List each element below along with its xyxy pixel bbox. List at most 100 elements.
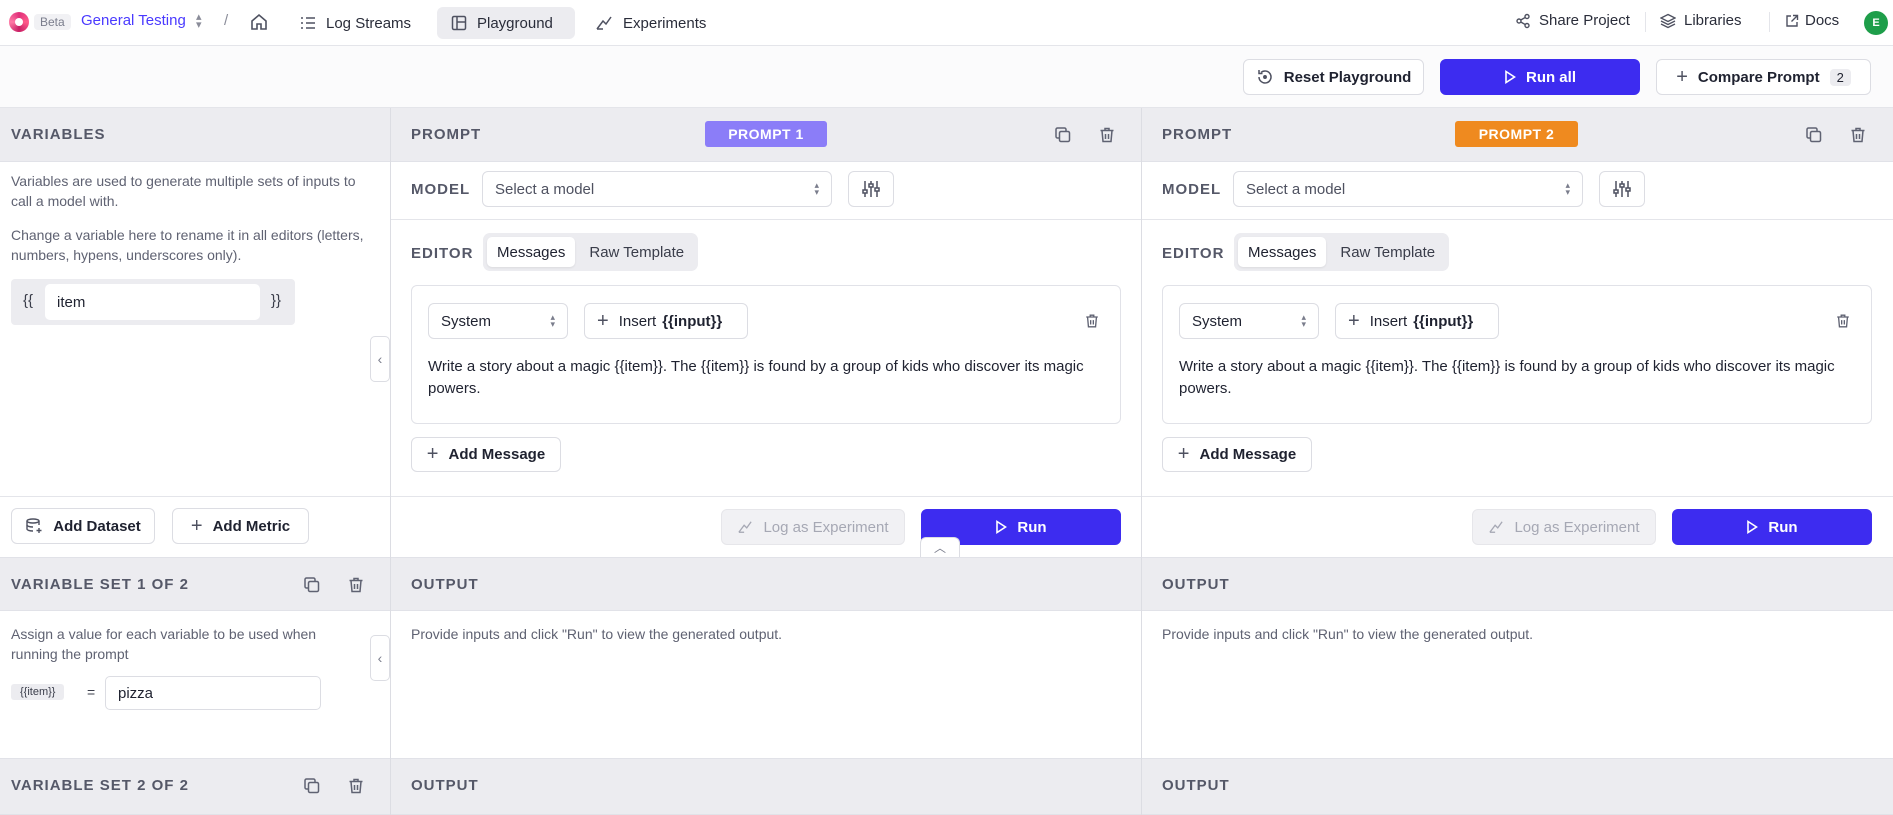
output-placeholder: Provide inputs and click "Run" to view t… xyxy=(1162,626,1534,642)
collapse-prompt-button[interactable]: ︿ xyxy=(920,537,960,557)
tab-messages[interactable]: Messages xyxy=(1238,237,1327,267)
flask-icon xyxy=(737,520,753,534)
close-brace: }} xyxy=(271,292,282,309)
output-2-header: OUTPUT xyxy=(1142,557,1893,611)
copy-icon[interactable] xyxy=(301,574,323,596)
tab-raw-template[interactable]: Raw Template xyxy=(1330,237,1445,267)
add-message-button[interactable]: + Add Message xyxy=(411,437,561,472)
role-select[interactable]: System ▴ ▾ xyxy=(428,303,568,339)
docs-link[interactable]: Docs xyxy=(1785,12,1839,29)
log-as-experiment-button[interactable]: Log as Experiment xyxy=(721,509,905,545)
chevron-left-icon: ‹ xyxy=(377,351,383,367)
divider xyxy=(391,496,1141,497)
chevron-left-icon: ‹ xyxy=(377,650,383,666)
project-selector[interactable]: General Testing xyxy=(81,12,186,29)
flask-icon xyxy=(1488,520,1504,534)
reset-playground-button[interactable]: Reset Playground xyxy=(1243,59,1424,95)
share-project-button[interactable]: Share Project xyxy=(1515,12,1630,29)
output-4-header: OUTPUT xyxy=(1142,758,1893,815)
variable-set-title: VARIABLE SET 1 OF 2 xyxy=(11,576,189,593)
sliders-icon xyxy=(1612,179,1632,199)
libraries-button[interactable]: Libraries xyxy=(1660,12,1742,29)
app-logo[interactable] xyxy=(9,12,29,32)
reset-label: Reset Playground xyxy=(1283,68,1412,86)
layout-icon xyxy=(451,15,467,31)
play-icon xyxy=(995,520,1008,534)
variables-rename-hint: Change a variable here to rename it in a… xyxy=(11,227,364,263)
flask-icon xyxy=(595,15,613,31)
nav-label: Experiments xyxy=(623,14,707,32)
insert-input-button[interactable]: + Insert {{input}} xyxy=(584,303,748,339)
run-all-button[interactable]: Run all xyxy=(1440,59,1640,95)
model-label: MODEL xyxy=(411,181,471,198)
model-label: MODEL xyxy=(1162,181,1222,198)
chevron-up-icon: ︿ xyxy=(933,541,946,555)
trash-icon[interactable] xyxy=(1096,124,1118,146)
divider xyxy=(1142,496,1893,497)
add-message-label: Add Message xyxy=(448,446,546,463)
divider xyxy=(1769,12,1770,32)
collapse-variable-set-button[interactable]: ‹ xyxy=(370,635,390,681)
plus-icon: + xyxy=(597,309,609,332)
add-metric-button[interactable]: + Add Metric xyxy=(172,508,309,544)
reset-icon xyxy=(1256,68,1274,86)
nav-log-streams[interactable]: Log Streams xyxy=(286,7,425,39)
model-select[interactable]: Select a model ▴ ▾ xyxy=(482,171,832,207)
tab-raw-template[interactable]: Raw Template xyxy=(579,237,694,267)
log-as-experiment-button[interactable]: Log as Experiment xyxy=(1472,509,1656,545)
insert-input-button[interactable]: + Insert {{input}} xyxy=(1335,303,1499,339)
message-text[interactable]: Write a story about a magic {{item}}. Th… xyxy=(428,356,1108,400)
chevron-updown-icon: ▴ ▾ xyxy=(814,180,819,197)
trash-icon[interactable] xyxy=(345,574,367,596)
tab-messages[interactable]: Messages xyxy=(487,237,576,267)
copy-icon[interactable] xyxy=(301,775,323,797)
collapse-variables-button[interactable]: ‹ xyxy=(370,336,390,382)
share-label: Share Project xyxy=(1539,12,1630,29)
nav-playground[interactable]: Playground xyxy=(437,7,575,39)
plus-icon: + xyxy=(426,443,439,465)
log-experiment-label: Log as Experiment xyxy=(1514,518,1640,536)
compare-label: Compare Prompt xyxy=(1697,68,1820,86)
variable-name-input[interactable]: item xyxy=(45,284,260,320)
copy-icon[interactable] xyxy=(1052,124,1074,146)
home-icon[interactable] xyxy=(250,13,268,31)
divider xyxy=(391,219,1141,220)
model-settings-button[interactable] xyxy=(848,171,894,207)
editor-mode-tabs: Messages Raw Template xyxy=(1234,233,1450,271)
copy-icon[interactable] xyxy=(1803,124,1825,146)
trash-icon[interactable] xyxy=(1847,124,1869,146)
model-select[interactable]: Select a model ▴ ▾ xyxy=(1233,171,1583,207)
variables-description: Variables are used to generate multiple … xyxy=(11,173,356,209)
variable-tag: {{item}} xyxy=(11,684,65,700)
add-dataset-button[interactable]: Add Dataset xyxy=(11,508,155,544)
libraries-label: Libraries xyxy=(1684,12,1742,29)
nav-experiments[interactable]: Experiments xyxy=(581,7,720,39)
insert-label: Insert xyxy=(1369,312,1408,330)
chevron-updown-icon[interactable]: ▴ ▾ xyxy=(196,12,202,31)
message-text[interactable]: Write a story about a magic {{item}}. Th… xyxy=(1179,356,1859,400)
nav-label: Playground xyxy=(477,14,553,32)
run-button[interactable]: Run xyxy=(1672,509,1872,545)
prompt-1-header: PROMPT PROMPT 1 xyxy=(391,108,1141,162)
compare-prompt-button[interactable]: + Compare Prompt 2 xyxy=(1656,59,1871,95)
add-message-button[interactable]: + Add Message xyxy=(1162,437,1312,472)
avatar[interactable]: E xyxy=(1864,11,1888,35)
plus-icon: + xyxy=(1177,443,1190,465)
prompt-2-header: PROMPT PROMPT 2 xyxy=(1142,108,1893,162)
trash-icon[interactable] xyxy=(345,775,367,797)
variable-row: {{ item }} xyxy=(11,279,295,325)
editor-mode-tabs: Messages Raw Template xyxy=(483,233,699,271)
trash-icon[interactable] xyxy=(1081,310,1103,332)
insert-label: Insert xyxy=(618,312,657,330)
model-settings-button[interactable] xyxy=(1599,171,1645,207)
external-link-icon xyxy=(1785,14,1799,28)
list-icon xyxy=(300,16,316,30)
output-3-header: OUTPUT xyxy=(391,758,1141,815)
role-select[interactable]: System ▴ ▾ xyxy=(1179,303,1319,339)
variable-set-title: VARIABLE SET 2 OF 2 xyxy=(11,777,189,794)
variable-value-input[interactable]: pizza xyxy=(105,676,321,710)
trash-icon[interactable] xyxy=(1832,310,1854,332)
database-add-icon xyxy=(25,517,43,535)
divider xyxy=(1141,108,1142,815)
message-card: System ▴ ▾ + Insert {{input}} Write a sto… xyxy=(411,285,1121,424)
